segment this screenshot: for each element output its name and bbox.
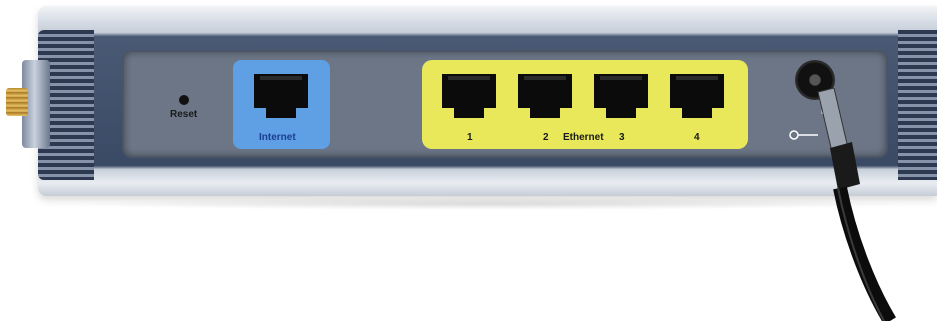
ethernet-port-3[interactable] (590, 68, 652, 126)
rj45-port-icon (518, 74, 572, 118)
rj45-port-icon (254, 74, 308, 118)
power-cable-plug-icon (817, 88, 896, 321)
floor-shadow (60, 198, 920, 210)
ethernet-port-1[interactable] (438, 68, 500, 126)
rj45-port-icon (594, 74, 648, 118)
internet-port[interactable] (250, 68, 312, 126)
port-number-3: 3 (619, 132, 625, 143)
ethernet-label: Ethernet (563, 132, 604, 143)
port-number-1: 1 (467, 132, 473, 143)
rj45-port-icon (442, 74, 496, 118)
port-number-2: 2 (543, 132, 549, 143)
antenna-connector (6, 88, 28, 116)
rj45-port-icon (670, 74, 724, 118)
reset-label: Reset (170, 109, 198, 120)
internet-label: Internet (259, 132, 296, 143)
ethernet-port-2[interactable] (514, 68, 576, 126)
port-number-4: 4 (694, 132, 700, 143)
ethernet-port-4[interactable] (666, 68, 728, 126)
router-back-panel-photo: Reset Internet 1 2 Ethernet 3 4 (0, 0, 937, 321)
power-cable (800, 88, 920, 321)
reset-button[interactable] (179, 95, 189, 105)
